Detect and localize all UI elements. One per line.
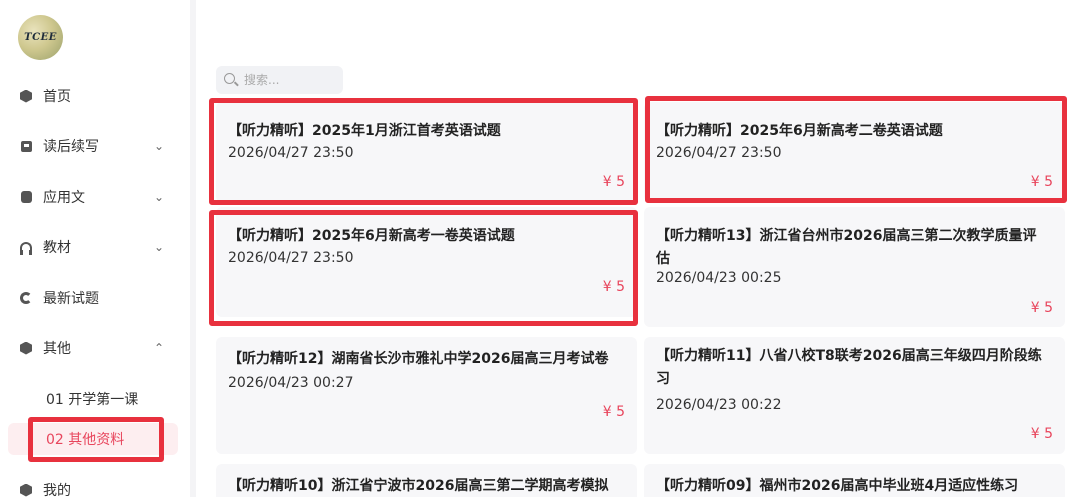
chevron-up-icon: ⌃ [153, 341, 165, 355]
card-date: 2026/04/23 00:25 [656, 270, 782, 286]
material-card[interactable]: 【听力精听10】浙江省宁波市2026届高三第二学期高考模拟 [216, 464, 637, 497]
sidebar: TCEE 首页 读后续写 ⌄ 应用文 ⌄ 教材 ⌄ 最新试题 其他 ⌃ 01 开… [0, 0, 196, 497]
card-price: ¥ 5 [1030, 426, 1053, 442]
card-title: 【听力精听】2025年6月新高考一卷英语试题 [228, 228, 515, 244]
material-card[interactable]: 【听力精听11】八省八校T8联考2026届高三年级四月阶段练习 2026/04/… [644, 337, 1065, 454]
material-card[interactable]: 【听力精听】2025年6月新高考一卷英语试题 2026/04/27 23:50 … [216, 207, 637, 317]
sidebar-item-label: 读后续写 [43, 139, 99, 155]
card-date: 2026/04/27 23:50 [228, 145, 354, 161]
material-card[interactable]: 【听力精听12】湖南省长沙市雅礼中学2026届高三月考试卷 2026/04/23… [216, 337, 637, 454]
sidebar-item-textbook[interactable]: 教材 ⌄ [0, 227, 190, 267]
card-price: ¥ 5 [602, 404, 625, 420]
card-title: 【听力精听12】湖南省长沙市雅礼中学2026届高三月考试卷 [228, 351, 609, 367]
search-icon [224, 73, 235, 84]
sidebar-subitem-first-lesson[interactable]: 01 开学第一课 [8, 383, 178, 415]
cylinder-icon [19, 190, 33, 204]
card-title: 【听力精听】2025年1月浙江首考英语试题 [228, 123, 501, 139]
card-title: 【听力精听11】八省八校T8联考2026届高三年级四月阶段练习 [656, 348, 1042, 387]
book-icon [19, 139, 33, 153]
card-date: 2026/04/27 23:50 [228, 250, 354, 266]
user-icon [19, 483, 33, 497]
card-title: 【听力精听09】福州市2026届高中毕业班4月适应性练习 [656, 478, 1019, 494]
sidebar-subitem-label: 02 其他资料 [46, 432, 125, 448]
sidebar-item-mine[interactable]: 我的 [0, 470, 190, 497]
material-card[interactable]: 【听力精听】2025年1月浙江首考英语试题 2026/04/27 23:50 ¥… [216, 102, 637, 202]
material-card[interactable]: 【听力精听13】浙江省台州市2026届高三第二次教学质量评估 2026/04/2… [644, 207, 1065, 327]
sidebar-item-label: 应用文 [43, 190, 85, 206]
card-date: 2026/04/23 00:22 [656, 397, 782, 413]
sidebar-item-label: 我的 [43, 483, 71, 497]
sidebar-item-label: 首页 [43, 89, 71, 105]
card-title: 【听力精听】2025年6月新高考二卷英语试题 [656, 123, 943, 139]
headset-icon [19, 240, 33, 255]
sidebar-item-other[interactable]: 其他 ⌃ [0, 328, 190, 368]
search-input[interactable] [244, 70, 336, 90]
card-price: ¥ 5 [1030, 174, 1053, 190]
search-box[interactable] [216, 66, 343, 94]
chevron-down-icon: ⌄ [153, 190, 165, 204]
material-card[interactable]: 【听力精听09】福州市2026届高中毕业班4月适应性练习 [644, 464, 1065, 497]
material-card[interactable]: 【听力精听】2025年6月新高考二卷英语试题 2026/04/27 23:50 … [644, 102, 1065, 202]
sidebar-subitem-label: 01 开学第一课 [46, 392, 139, 408]
sidebar-item-label: 教材 [43, 240, 71, 256]
sidebar-item-continuation-writing[interactable]: 读后续写 ⌄ [0, 126, 190, 166]
card-price: ¥ 5 [602, 279, 625, 295]
cube-icon [19, 341, 33, 355]
chevron-down-icon: ⌄ [153, 139, 165, 153]
card-price: ¥ 5 [602, 174, 625, 190]
card-date: 2026/04/23 00:27 [228, 375, 354, 391]
sidebar-item-label: 其他 [43, 341, 71, 357]
card-title: 【听力精听10】浙江省宁波市2026届高三第二学期高考模拟 [228, 478, 609, 494]
card-title: 【听力精听13】浙江省台州市2026届高三第二次教学质量评估 [656, 228, 1037, 267]
sidebar-item-latest-exams[interactable]: 最新试题 [0, 278, 190, 318]
sidebar-item-label: 最新试题 [43, 291, 99, 307]
sidebar-item-home[interactable]: 首页 [0, 76, 190, 116]
logo-text: TCEE [24, 32, 57, 43]
card-price: ¥ 5 [1030, 300, 1053, 316]
ring-icon [19, 291, 33, 305]
sidebar-subitem-other-materials[interactable]: 02 其他资料 [8, 423, 178, 455]
card-date: 2026/04/27 23:50 [656, 145, 782, 161]
cube-icon [19, 89, 33, 103]
avatar[interactable]: TCEE [18, 15, 63, 60]
sidebar-item-practical-writing[interactable]: 应用文 ⌄ [0, 177, 190, 217]
chevron-down-icon: ⌄ [153, 240, 165, 254]
